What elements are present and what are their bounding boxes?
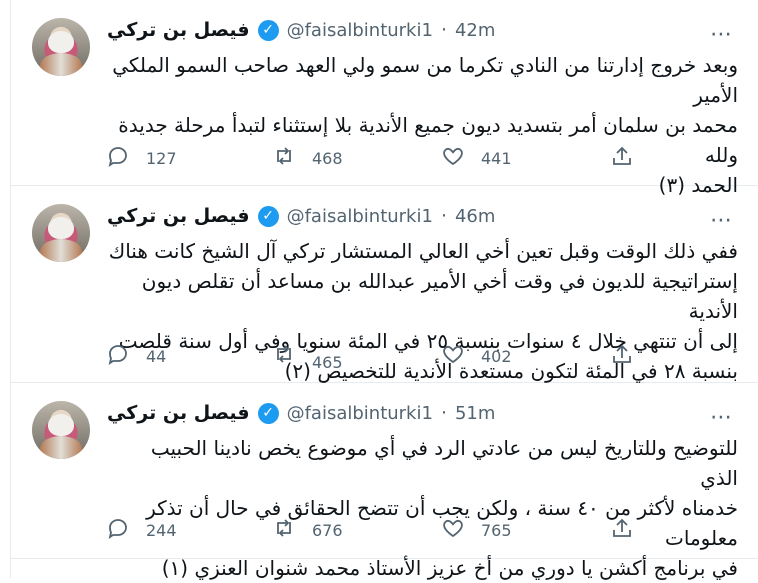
- heart-icon: [441, 144, 465, 172]
- tweet-header: فيصل بن تركي ✓ @faisalbinturki1 · 51m: [107, 400, 707, 426]
- heart-icon: [441, 516, 465, 544]
- reply-button[interactable]: 244: [106, 515, 177, 545]
- share-button[interactable]: [610, 341, 634, 371]
- like-button[interactable]: 402: [441, 341, 512, 371]
- verified-icon: ✓: [257, 402, 279, 424]
- retweet-button[interactable]: 468: [272, 143, 343, 173]
- reply-icon: [106, 342, 130, 370]
- more-options-icon[interactable]: ⋯: [710, 405, 733, 430]
- tweet-timeline: فيصل بن تركي ✓ @faisalbinturki1 · 42m ⋯ …: [10, 0, 758, 580]
- like-count: 765: [481, 520, 512, 540]
- like-count: 402: [481, 346, 512, 366]
- avatar[interactable]: [32, 401, 90, 459]
- tweet[interactable]: فيصل بن تركي ✓ @faisalbinturki1 · 42m ⋯ …: [11, 0, 758, 197]
- heart-icon: [441, 342, 465, 370]
- tweet[interactable]: فيصل بن تركي ✓ @faisalbinturki1 · 46m ⋯ …: [11, 186, 758, 383]
- tweet-actions: 44 465 402: [106, 341, 666, 372]
- retweet-count: 676: [312, 520, 343, 540]
- tweet-time[interactable]: 42m: [455, 20, 495, 41]
- more-options-icon[interactable]: ⋯: [710, 22, 733, 47]
- more-options-icon[interactable]: ⋯: [710, 208, 733, 233]
- tweet-header: فيصل بن تركي ✓ @faisalbinturki1 · 46m: [107, 203, 707, 229]
- retweet-count: 468: [312, 148, 343, 168]
- separator-dot: ·: [440, 402, 447, 424]
- author-handle[interactable]: @faisalbinturki1: [287, 403, 433, 424]
- retweet-button[interactable]: 676: [272, 515, 343, 545]
- like-button[interactable]: 765: [441, 515, 512, 545]
- reply-count: 44: [146, 346, 167, 366]
- share-button[interactable]: [610, 143, 634, 173]
- tweet-actions: 127 468 441: [106, 143, 666, 173]
- share-button[interactable]: [610, 515, 634, 545]
- avatar[interactable]: [32, 204, 90, 262]
- author-handle[interactable]: @faisalbinturki1: [287, 20, 433, 41]
- author-name[interactable]: فيصل بن تركي: [107, 402, 250, 424]
- reply-count: 244: [146, 520, 177, 540]
- reply-button[interactable]: 127: [106, 143, 177, 173]
- share-icon: [610, 144, 634, 172]
- separator-dot: ·: [440, 19, 447, 41]
- reply-icon: [106, 144, 130, 172]
- share-icon: [610, 516, 634, 544]
- author-handle[interactable]: @faisalbinturki1: [287, 206, 433, 227]
- tweet-time[interactable]: 46m: [455, 206, 495, 227]
- tweet-time[interactable]: 51m: [455, 403, 495, 424]
- retweet-icon: [272, 342, 296, 370]
- avatar[interactable]: [32, 18, 90, 76]
- tweet-text: للتوضيح وللتاريخ ليس من عادتي الرد في أي…: [146, 436, 738, 580]
- tweet-actions: 244 676 765: [106, 515, 666, 545]
- author-name[interactable]: فيصل بن تركي: [107, 19, 250, 41]
- share-icon: [610, 342, 634, 370]
- retweet-button[interactable]: 465: [272, 341, 343, 372]
- tweet-text: وبعد خروج إدارتنا من النادي تكرما من سمو…: [112, 53, 738, 197]
- reply-button[interactable]: 44: [106, 341, 166, 371]
- like-count: 441: [481, 148, 512, 168]
- tweet[interactable]: فيصل بن تركي ✓ @faisalbinturki1 · 51m ⋯ …: [11, 383, 758, 580]
- separator-dot: ·: [440, 205, 447, 227]
- tweet-header: فيصل بن تركي ✓ @faisalbinturki1 · 42m: [107, 17, 707, 43]
- retweet-icon: [272, 144, 296, 172]
- like-button[interactable]: 441: [441, 143, 512, 173]
- retweet-count: 465: [312, 352, 343, 372]
- verified-icon: ✓: [257, 19, 279, 41]
- reply-icon: [106, 516, 130, 544]
- verified-icon: ✓: [257, 205, 279, 227]
- author-name[interactable]: فيصل بن تركي: [107, 205, 250, 227]
- reply-count: 127: [146, 148, 177, 168]
- retweet-icon: [272, 516, 296, 544]
